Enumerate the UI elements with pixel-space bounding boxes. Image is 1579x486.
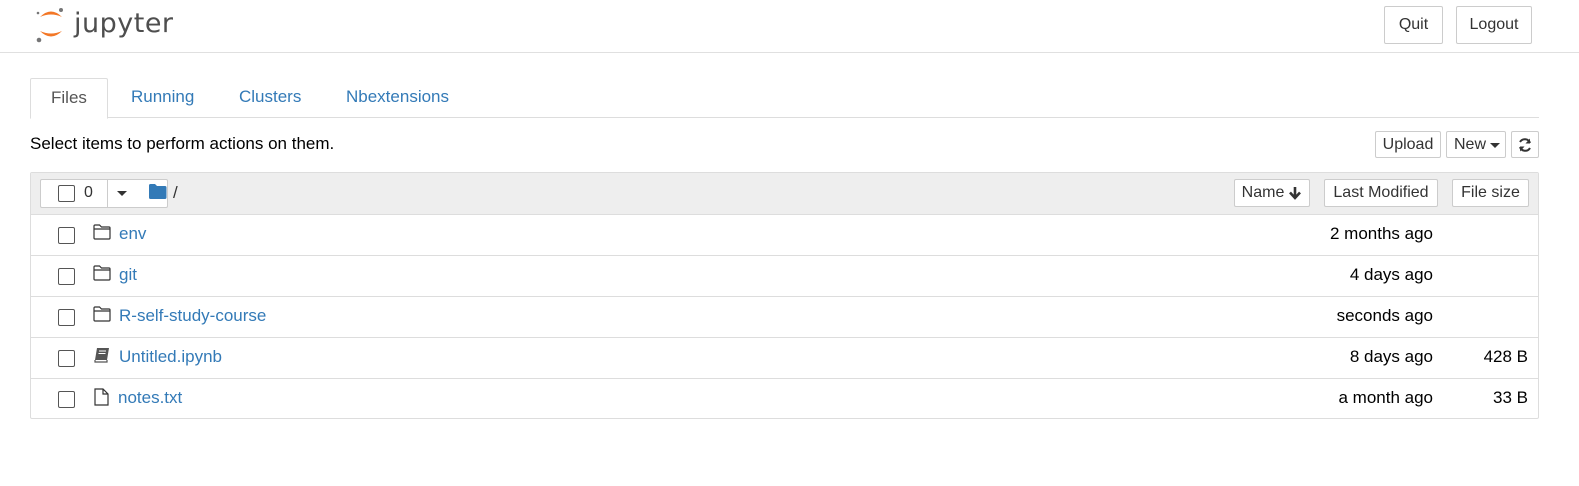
selected-count: 0 <box>84 184 93 201</box>
selection-hint: Select items to perform actions on them. <box>30 134 335 153</box>
item-modified: a month ago <box>1338 388 1433 407</box>
item-size: 33 B <box>1493 388 1528 407</box>
list-item[interactable]: R-self-study-course seconds ago <box>31 297 1538 338</box>
folder-icon <box>93 224 111 240</box>
item-size: 428 B <box>1483 347 1528 366</box>
tab-running[interactable]: Running <box>111 78 214 118</box>
folder-open-icon[interactable] <box>149 184 167 199</box>
item-name-link[interactable]: R-self-study-course <box>119 306 266 326</box>
refresh-button[interactable] <box>1511 131 1539 158</box>
item-name-link[interactable]: notes.txt <box>118 388 182 408</box>
item-checkbox[interactable] <box>58 268 75 285</box>
tab-nbextensions[interactable]: Nbextensions <box>326 78 469 118</box>
item-name-link[interactable]: git <box>119 265 137 285</box>
item-modified: seconds ago <box>1336 306 1433 325</box>
item-modified: 2 months ago <box>1329 224 1433 243</box>
sort-name-label: Name <box>1241 184 1285 201</box>
sort-size-button[interactable]: File size <box>1452 179 1529 207</box>
breadcrumb[interactable]: / <box>173 183 178 203</box>
list-item[interactable]: env 2 months ago <box>31 215 1538 256</box>
caret-down-icon <box>117 191 127 196</box>
new-dropdown-button[interactable]: New <box>1446 131 1506 158</box>
tab-bar: Files Running Clusters Nbextensions <box>30 78 1539 119</box>
logout-button[interactable]: Logout <box>1456 6 1532 44</box>
notebook-icon <box>94 348 109 363</box>
caret-down-icon <box>1490 143 1500 148</box>
file-icon <box>94 388 109 406</box>
jupyter-logo-icon <box>36 8 63 43</box>
tab-files[interactable]: Files <box>30 78 108 119</box>
item-name-link[interactable]: Untitled.ipynb <box>119 347 222 367</box>
new-label: New <box>1454 135 1487 153</box>
sort-name-button[interactable]: Name <box>1234 179 1310 207</box>
item-modified: 8 days ago <box>1349 347 1433 366</box>
folder-icon <box>93 265 111 281</box>
tab-clusters[interactable]: Clusters <box>219 78 321 118</box>
sort-modified-button[interactable]: Last Modified <box>1324 179 1438 207</box>
logo-text: jupyter <box>74 8 174 39</box>
item-checkbox[interactable] <box>58 350 75 367</box>
list-item[interactable]: Untitled.ipynb 8 days ago 428 B <box>31 338 1538 379</box>
item-checkbox[interactable] <box>58 391 75 408</box>
arrow-down-icon <box>1289 187 1302 200</box>
upload-button[interactable]: Upload <box>1375 131 1441 158</box>
select-all-checkbox[interactable] <box>58 185 75 202</box>
list-item[interactable]: git 4 days ago <box>31 256 1538 297</box>
item-name-link[interactable]: env <box>119 224 146 244</box>
item-modified: 4 days ago <box>1349 265 1433 284</box>
header-bar: jupyter Quit Logout <box>0 0 1579 53</box>
item-checkbox[interactable] <box>58 309 75 326</box>
quit-button[interactable]: Quit <box>1384 6 1443 44</box>
item-checkbox[interactable] <box>58 227 75 244</box>
jupyter-logo[interactable]: jupyter <box>34 4 184 44</box>
refresh-icon <box>1519 137 1531 152</box>
list-item[interactable]: notes.txt a month ago 33 B <box>31 379 1538 420</box>
file-list: 0 / Name Last Modified File size env 2 m… <box>30 172 1539 419</box>
file-list-header: 0 / Name Last Modified File size <box>31 173 1538 215</box>
folder-icon <box>93 306 111 322</box>
